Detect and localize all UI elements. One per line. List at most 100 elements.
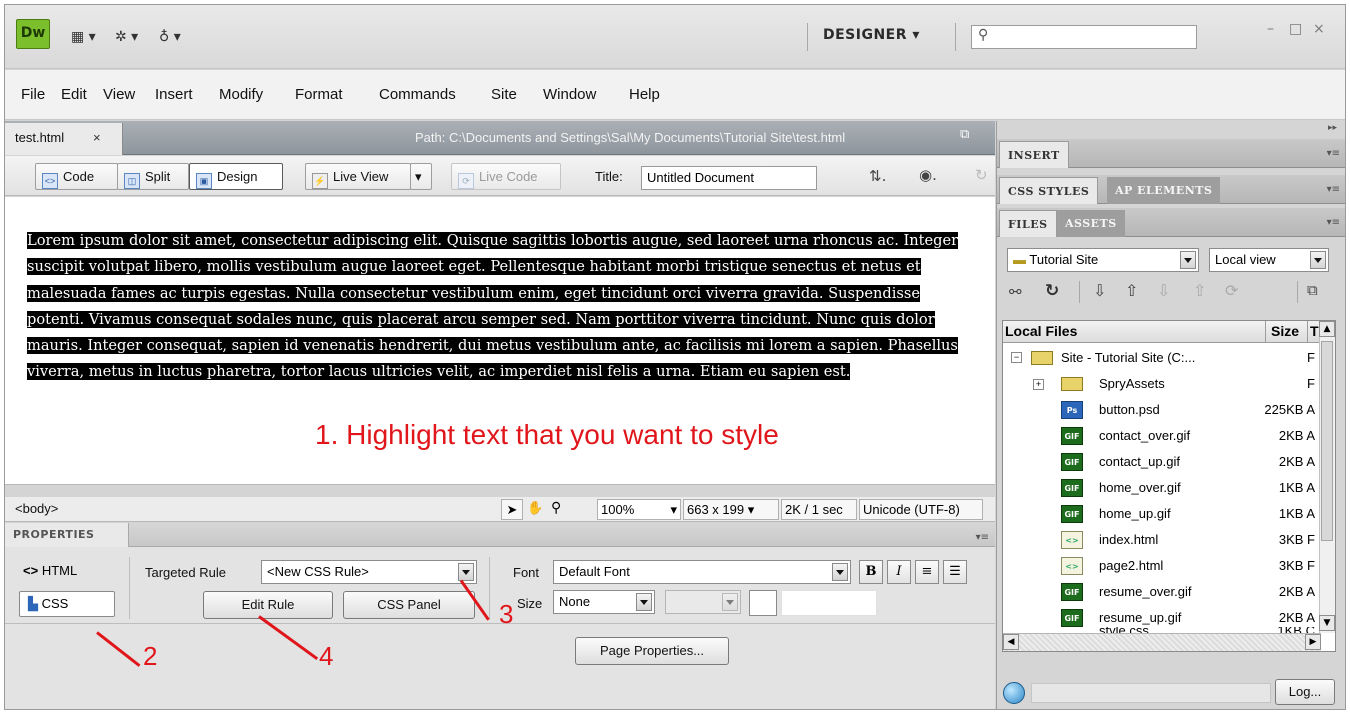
tag-selector[interactable]: <body>: [15, 501, 58, 516]
scroll-up-icon[interactable]: ▲: [1319, 321, 1335, 337]
workspace-switcher[interactable]: DESIGNER ▾: [823, 27, 920, 43]
preview-in-browser-icon[interactable]: ◉.: [919, 166, 937, 184]
align-left-icon[interactable]: ≡: [915, 560, 939, 584]
design-view-button[interactable]: ▣ Design: [189, 163, 283, 190]
close-tab-icon[interactable]: ×: [93, 123, 101, 153]
file-row[interactable]: GIF contact_over.gif 2KB A: [1003, 423, 1321, 449]
type-column[interactable]: T: [1310, 321, 1319, 342]
document-tab[interactable]: test.html ×: [5, 123, 123, 155]
size-unit-select[interactable]: [665, 590, 741, 614]
menu-site[interactable]: Site: [491, 86, 517, 103]
synchronize-icon[interactable]: ⟳: [1225, 281, 1238, 300]
local-files-column[interactable]: Local Files: [1005, 321, 1077, 342]
text-color-picker[interactable]: [749, 590, 777, 616]
scroll-down-icon[interactable]: ▼: [1319, 615, 1335, 631]
scroll-thumb[interactable]: [1321, 341, 1333, 541]
site-select[interactable]: ▬ Tutorial Site: [1007, 248, 1199, 272]
page-properties-button[interactable]: Page Properties...: [575, 637, 729, 665]
refresh-icon[interactable]: ↻: [1045, 281, 1059, 301]
refresh-design-icon[interactable]: ↻: [975, 166, 988, 184]
expand-panel-icon[interactable]: ⧉: [1307, 281, 1318, 299]
minimize-button[interactable]: –: [1267, 21, 1274, 37]
split-view-button[interactable]: ◫ Split: [117, 163, 189, 190]
live-view-dropdown[interactable]: ▾: [410, 163, 432, 190]
panel-options-icon[interactable]: ▾≡: [976, 532, 989, 543]
menu-insert[interactable]: Insert: [155, 86, 193, 103]
scroll-right-icon[interactable]: ▶: [1305, 634, 1321, 650]
hand-tool-icon[interactable]: ✋: [527, 500, 543, 516]
align-center-icon[interactable]: ☰: [943, 560, 967, 584]
selected-paragraph[interactable]: Lorem ipsum dolor sit amet, consectetur …: [27, 228, 972, 386]
css-panel-button[interactable]: CSS Panel: [343, 591, 475, 619]
get-files-icon[interactable]: ⇩: [1093, 281, 1106, 300]
menu-commands[interactable]: Commands: [379, 86, 456, 103]
size-select[interactable]: None: [553, 590, 655, 614]
scroll-left-icon[interactable]: ◀: [1003, 634, 1019, 650]
collapse-icon[interactable]: −: [1011, 352, 1022, 363]
files-tab[interactable]: FILES: [999, 210, 1057, 237]
code-view-button[interactable]: <> Code: [35, 163, 118, 190]
file-row[interactable]: <> page2.html 3KB F: [1003, 553, 1321, 579]
live-code-button[interactable]: ⟳ Live Code: [451, 163, 561, 190]
local-files-list[interactable]: Local Files Size T − Site - Tutorial Sit…: [1002, 320, 1336, 652]
file-row[interactable]: + SpryAssets F: [1003, 371, 1321, 397]
live-view-button[interactable]: ⚡ Live View: [305, 163, 411, 190]
zoom-tool-icon[interactable]: ⚲: [551, 499, 561, 516]
properties-tab[interactable]: PROPERTIES: [5, 523, 129, 547]
assets-tab[interactable]: ASSETS: [1057, 210, 1125, 237]
panel-options-icon[interactable]: ▾≡: [1327, 184, 1340, 195]
file-row-site[interactable]: − Site - Tutorial Site (C:... F: [1003, 345, 1321, 371]
vertical-scrollbar[interactable]: ▲ ▼: [1319, 321, 1335, 633]
panel-options-icon[interactable]: ▾≡: [1327, 217, 1340, 228]
help-search-input[interactable]: ⚲: [971, 25, 1197, 49]
file-row[interactable]: GIF home_up.gif 1KB A: [1003, 501, 1321, 527]
menu-window[interactable]: Window: [543, 86, 596, 103]
targeted-rule-select[interactable]: <New CSS Rule>: [261, 560, 477, 584]
css-styles-tab[interactable]: CSS STYLES: [999, 177, 1099, 204]
layout-menu-icon[interactable]: ▦ ▾: [71, 29, 96, 45]
menu-help[interactable]: Help: [629, 86, 660, 103]
menu-modify[interactable]: Modify: [219, 86, 263, 103]
check-out-icon[interactable]: ⇩: [1157, 281, 1170, 300]
put-files-icon[interactable]: ⇧: [1125, 281, 1138, 300]
file-row[interactable]: <> index.html 3KB F: [1003, 527, 1321, 553]
ap-elements-tab[interactable]: AP ELEMENTS: [1107, 177, 1221, 204]
insert-tab[interactable]: INSERT: [999, 141, 1069, 168]
panel-options-icon[interactable]: ▾≡: [1327, 148, 1340, 159]
menu-file[interactable]: File: [21, 86, 45, 103]
collapse-panels-icon[interactable]: ▸▸: [1328, 123, 1337, 133]
close-button[interactable]: ×: [1313, 21, 1325, 37]
maximize-button[interactable]: □: [1289, 21, 1302, 37]
connect-icon[interactable]: ⚯: [1009, 283, 1022, 301]
file-row[interactable]: Ps button.psd 225KB A: [1003, 397, 1321, 423]
file-management-icon[interactable]: ⇅.: [869, 167, 886, 185]
file-type: A: [1306, 454, 1315, 469]
extend-menu-icon[interactable]: ✲ ▾: [115, 29, 138, 45]
css-mode-button[interactable]: ▙ CSS: [19, 591, 115, 617]
menu-format[interactable]: Format: [295, 86, 343, 103]
text-color-input[interactable]: [781, 590, 877, 616]
menu-edit[interactable]: Edit: [61, 86, 87, 103]
restore-document-icon[interactable]: ⧉: [960, 127, 969, 142]
file-row[interactable]: GIF resume_over.gif 2KB A: [1003, 579, 1321, 605]
check-in-icon[interactable]: ⇧: [1193, 281, 1206, 300]
font-select[interactable]: Default Font: [553, 560, 851, 584]
file-row[interactable]: GIF contact_up.gif 2KB A: [1003, 449, 1321, 475]
window-size-select[interactable]: 663 x 199 ▾: [683, 499, 779, 520]
expand-icon[interactable]: +: [1033, 379, 1044, 390]
horizontal-scrollbar[interactable]: ◀ ▶: [1003, 633, 1321, 651]
size-column[interactable]: Size: [1271, 321, 1299, 342]
zoom-select[interactable]: 100% ▾: [597, 499, 681, 520]
italic-button[interactable]: I: [887, 560, 911, 584]
file-row[interactable]: GIF home_over.gif 1KB A: [1003, 475, 1321, 501]
bold-button[interactable]: B: [859, 560, 883, 584]
design-canvas[interactable]: Lorem ipsum dolor sit amet, consectetur …: [5, 197, 995, 485]
site-menu-icon[interactable]: ♁ ▾: [159, 29, 181, 45]
html-mode-button[interactable]: <> HTML: [23, 563, 77, 578]
edit-rule-button[interactable]: Edit Rule: [203, 591, 333, 619]
view-select[interactable]: Local view: [1209, 248, 1329, 272]
log-button[interactable]: Log...: [1275, 679, 1335, 705]
select-tool-icon[interactable]: ➤: [501, 499, 523, 520]
menu-view[interactable]: View: [103, 86, 135, 103]
document-title-input[interactable]: Untitled Document: [641, 166, 817, 190]
